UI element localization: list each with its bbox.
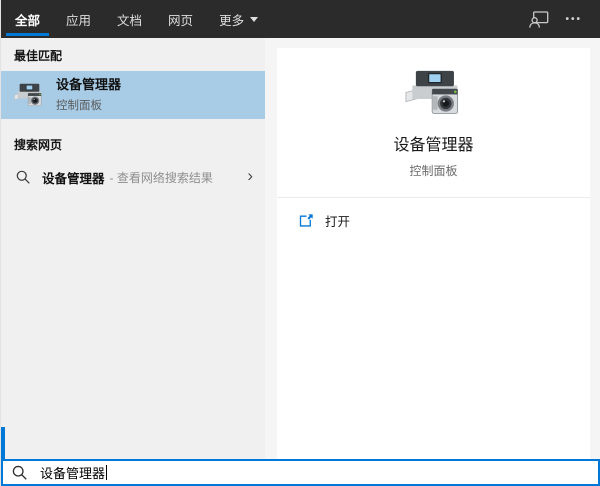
preview-panel: 设备管理器 控制面板 打开 <box>265 38 600 459</box>
web-search-query: 设备管理器 <box>42 171 105 186</box>
best-match-header: 最佳匹配 <box>14 49 63 63</box>
preview-subtitle: 控制面板 <box>409 164 458 178</box>
topbar-actions: ••• <box>529 10 600 28</box>
preview-card: 设备管理器 控制面板 打开 <box>277 48 590 459</box>
search-input-bar[interactable]: 设备管理器 <box>1 459 600 486</box>
best-match-title: 设备管理器 <box>56 77 122 93</box>
best-match-subtitle: 控制面板 <box>56 99 102 112</box>
search-flyout-window: 全部 应用 文档 网页 更多 ••• 最佳匹配 设备管理器 控制面板 搜索网页 … <box>0 0 600 486</box>
taskbar-accent-strip <box>1 427 5 459</box>
chevron-down-icon <box>250 16 259 22</box>
web-search-hint: - 查看网络搜索结果 <box>109 170 213 185</box>
feedback-icon[interactable] <box>529 10 549 28</box>
open-action[interactable]: 打开 <box>277 198 590 230</box>
tab-apps[interactable]: 应用 <box>56 0 101 38</box>
open-icon <box>299 213 314 228</box>
web-search-item[interactable]: 设备管理器 - 查看网络搜索结果 › <box>1 160 265 194</box>
tab-more[interactable]: 更多 <box>209 0 268 38</box>
tab-documents-label: 文档 <box>117 13 143 28</box>
tab-apps-label: 应用 <box>66 13 92 28</box>
search-icon <box>12 465 27 480</box>
search-results-area: 最佳匹配 设备管理器 控制面板 搜索网页 设备管理器 - 查看网络搜索结果 › … <box>1 38 600 459</box>
tab-web-label: 网页 <box>168 13 194 28</box>
tab-all[interactable]: 全部 <box>5 0 50 38</box>
chevron-right-icon[interactable]: › <box>247 167 253 187</box>
search-filter-bar: 全部 应用 文档 网页 更多 ••• <box>1 0 600 38</box>
more-options-icon[interactable]: ••• <box>565 14 582 25</box>
web-search-header: 搜索网页 <box>14 138 63 152</box>
search-icon <box>16 170 30 184</box>
tab-documents[interactable]: 文档 <box>107 0 152 38</box>
preview-title: 设备管理器 <box>393 137 474 154</box>
search-input-value[interactable]: 设备管理器 <box>40 463 105 482</box>
tab-all-label: 全部 <box>15 13 41 28</box>
open-action-label: 打开 <box>325 215 351 229</box>
device-manager-icon <box>14 82 44 109</box>
results-panel: 最佳匹配 设备管理器 控制面板 搜索网页 设备管理器 - 查看网络搜索结果 › <box>1 38 265 459</box>
tab-more-label: 更多 <box>219 13 245 28</box>
best-match-item-device-manager[interactable]: 设备管理器 控制面板 <box>1 71 265 119</box>
text-cursor <box>106 465 108 480</box>
tab-web[interactable]: 网页 <box>158 0 203 38</box>
device-manager-large-icon <box>404 68 463 119</box>
